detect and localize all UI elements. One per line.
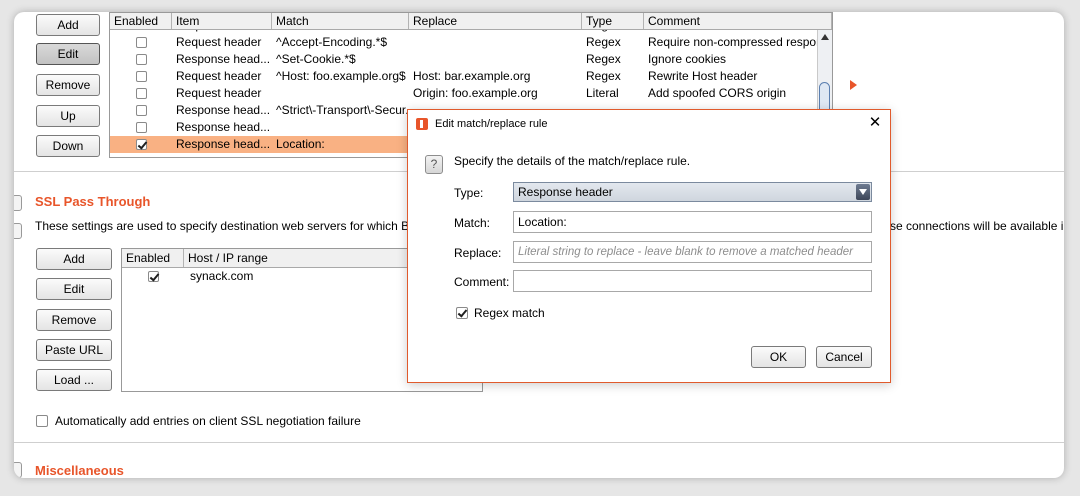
match-cell: ^Set-Cookie.*$ xyxy=(276,52,356,66)
dialog-title: Edit match/replace rule xyxy=(435,118,548,130)
type-cell: Regex xyxy=(586,52,621,66)
auto-add-checkbox[interactable] xyxy=(36,415,48,427)
column-header-enabled[interactable]: Enabled xyxy=(110,13,172,29)
replace-input[interactable]: Literal string to replace - leave blank … xyxy=(513,241,872,263)
comment-cell: Ignore cookies xyxy=(648,52,727,66)
replace-cell: Host: bar.example.org xyxy=(413,69,531,83)
comment-label: Comment: xyxy=(454,275,510,289)
rule-enabled-checkbox[interactable] xyxy=(136,105,147,116)
comment-input[interactable] xyxy=(513,270,872,292)
item-cell: Response head... xyxy=(176,137,271,151)
rule-enabled-checkbox[interactable] xyxy=(136,88,147,99)
item-cell: Request header xyxy=(176,35,262,49)
match-cell: ^Strict\-Transport\-Secur... xyxy=(276,103,409,117)
item-cell: Response head... xyxy=(176,52,271,66)
column-header-comment[interactable]: Comment xyxy=(644,13,832,29)
comment-cell: Rewrite Host header xyxy=(648,69,758,83)
help-icon[interactable] xyxy=(14,195,22,211)
replace-label: Replace: xyxy=(454,246,502,260)
remove-host-button[interactable]: Remove xyxy=(36,309,112,331)
regex-match-label: Regex match xyxy=(474,306,545,320)
type-cell: Regex xyxy=(586,69,621,83)
type-select-value: Response header xyxy=(518,185,613,199)
replace-cell xyxy=(409,51,582,68)
host-enabled-checkbox[interactable] xyxy=(148,271,159,282)
add-host-button[interactable]: Add xyxy=(36,248,112,270)
ssl-description-tail: se connections will be available in t xyxy=(890,219,1064,233)
column-header-type[interactable]: Type xyxy=(582,13,644,29)
auto-add-label: Automatically add entries on client SSL … xyxy=(55,414,361,428)
column-header-item[interactable]: Item xyxy=(172,13,272,29)
rule-enabled-checkbox[interactable] xyxy=(136,122,147,133)
table-row[interactable]: Request header Origin: foo.example.org Lit… xyxy=(110,85,832,102)
type-label: Type: xyxy=(454,186,484,200)
match-cell: Location: xyxy=(276,137,325,151)
add-rule-button[interactable]: Add xyxy=(36,14,100,36)
up-rule-button[interactable]: Up xyxy=(36,105,100,127)
item-cell: Response head... xyxy=(176,120,271,134)
edit-rule-button[interactable]: Edit xyxy=(36,43,100,65)
column-header-match[interactable]: Match xyxy=(272,13,409,29)
match-input[interactable]: Location: xyxy=(513,211,872,233)
column-header-enabled[interactable]: Enabled xyxy=(122,249,184,267)
comment-cell: Require non-compressed respon... xyxy=(648,35,818,49)
remove-rule-button[interactable]: Remove xyxy=(36,74,100,96)
window: Add Edit Remove Up Down Enabled Item Mat… xyxy=(14,12,1064,478)
match-cell xyxy=(272,119,409,136)
load-button[interactable]: Load ... xyxy=(36,369,112,391)
ssl-pass-through-title: SSL Pass Through xyxy=(35,194,151,209)
down-rule-button[interactable]: Down xyxy=(36,135,100,157)
match-cell: ^Accept-Encoding.*$ xyxy=(276,35,388,49)
ok-button[interactable]: OK xyxy=(751,346,806,368)
chevron-down-icon[interactable] xyxy=(856,184,870,200)
edit-rule-dialog: Edit match/replace rule ✕ ? Specify the … xyxy=(407,109,891,383)
item-cell: Request header xyxy=(176,86,262,100)
paste-url-button[interactable]: Paste URL xyxy=(36,339,112,361)
table-header: Enabled Item Match Replace Type Comment xyxy=(110,13,832,30)
burp-logo-icon xyxy=(416,118,428,130)
help-icon[interactable]: ? xyxy=(425,155,443,174)
cancel-button[interactable]: Cancel xyxy=(816,346,872,368)
item-cell: Response head... xyxy=(176,103,271,117)
ssl-description: These settings are used to specify desti… xyxy=(35,219,439,233)
scroll-up-icon[interactable] xyxy=(821,34,829,40)
host-cell: synack.com xyxy=(190,269,254,283)
rule-enabled-checkbox[interactable] xyxy=(136,71,147,82)
column-header-replace[interactable]: Replace xyxy=(409,13,582,29)
type-select[interactable]: Response header xyxy=(513,182,872,202)
table-row[interactable]: Request header ^Accept-Encoding.*$ Regex Re… xyxy=(110,34,832,51)
match-cell: ^Host: foo.example.org$ xyxy=(276,69,406,83)
rule-enabled-checkbox[interactable] xyxy=(136,37,147,48)
rule-enabled-checkbox[interactable] xyxy=(136,54,147,65)
match-cell xyxy=(272,85,409,102)
replace-cell xyxy=(409,34,582,51)
miscellaneous-title: Miscellaneous xyxy=(35,463,124,478)
help-icon[interactable] xyxy=(14,462,22,478)
expand-arrow-icon[interactable] xyxy=(850,80,857,90)
section-divider xyxy=(14,442,1064,443)
dialog-prompt: Specify the details of the match/replace… xyxy=(454,154,691,168)
close-icon[interactable]: ✕ xyxy=(866,110,884,138)
item-cell: Request header xyxy=(176,69,262,83)
comment-cell: Add spoofed CORS origin xyxy=(648,86,787,100)
type-cell: Regex xyxy=(586,35,621,49)
regex-match-checkbox[interactable] xyxy=(456,307,468,319)
dialog-title-bar: Edit match/replace rule ✕ xyxy=(408,110,890,138)
replace-cell: Origin: foo.example.org xyxy=(413,86,538,100)
settings-icon[interactable] xyxy=(14,223,22,239)
table-row[interactable]: Response head... ^Set-Cookie.*$ Regex Ignor… xyxy=(110,51,832,68)
rule-enabled-checkbox[interactable] xyxy=(136,139,147,150)
type-cell: Literal xyxy=(586,86,619,100)
edit-host-button[interactable]: Edit xyxy=(36,278,112,300)
table-row[interactable]: Request header ^Host: foo.example.org$ Hos… xyxy=(110,68,832,85)
match-label: Match: xyxy=(454,216,491,230)
